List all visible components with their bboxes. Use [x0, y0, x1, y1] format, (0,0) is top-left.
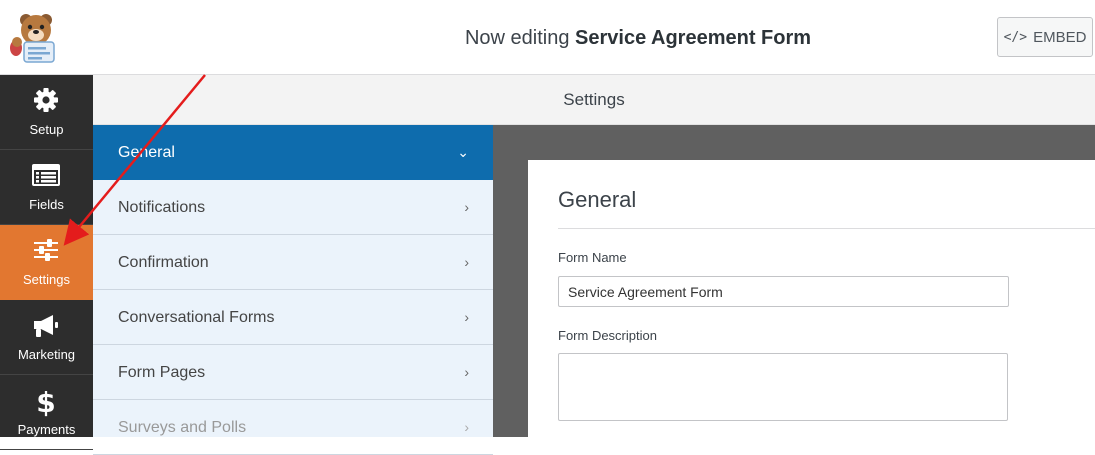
- sidebar-label-settings: Settings: [23, 272, 70, 287]
- submenu-label: Surveys and Polls: [118, 419, 247, 436]
- panel-title: General: [558, 187, 637, 212]
- submenu-item-conversational-forms[interactable]: Conversational Forms ›: [93, 290, 493, 345]
- form-name-label: Form Name: [558, 250, 627, 265]
- chevron-down-icon: ⌄: [457, 144, 469, 160]
- submenu-item-notifications[interactable]: Notifications ›: [93, 180, 493, 235]
- submenu-item-general[interactable]: General ⌄: [93, 125, 493, 180]
- embed-button[interactable]: </> EMBED: [997, 17, 1093, 57]
- sidebar-item-marketing[interactable]: Marketing: [0, 300, 93, 375]
- submenu-item-confirmation[interactable]: Confirmation ›: [93, 235, 493, 290]
- sidebar-label-payments: Payments: [17, 422, 76, 437]
- form-description-textarea[interactable]: [558, 353, 1008, 421]
- submenu-label: Confirmation: [118, 254, 209, 271]
- sliders-icon: [34, 239, 58, 261]
- code-icon: </>: [1003, 29, 1028, 45]
- submenu-item-form-pages[interactable]: Form Pages ›: [93, 345, 493, 400]
- form-name-title: Service Agreement Form: [575, 27, 812, 49]
- builder-sidebar: Setup Fields Settings Marketing $ Paymen…: [0, 75, 93, 450]
- sidebar-item-payments[interactable]: $ Payments: [0, 375, 93, 450]
- chevron-right-icon: ›: [464, 254, 469, 270]
- sidebar-label-marketing: Marketing: [17, 347, 76, 362]
- sidebar-label-setup: Setup: [29, 122, 64, 137]
- top-bar: Now editing Service Agreement Form </> E…: [0, 0, 1095, 75]
- settings-header: Settings: [93, 75, 1095, 125]
- form-description-label: Form Description: [558, 328, 657, 343]
- sidebar-item-setup[interactable]: Setup: [0, 75, 93, 150]
- sidebar-item-settings[interactable]: Settings: [0, 225, 93, 300]
- chevron-right-icon: ›: [464, 364, 469, 380]
- chevron-right-icon: ›: [464, 419, 469, 435]
- chevron-right-icon: ›: [464, 309, 469, 325]
- chevron-right-icon: ›: [464, 199, 469, 215]
- submenu-item-surveys-and-polls[interactable]: Surveys and Polls ›: [93, 400, 493, 455]
- dollar-icon: $: [36, 387, 55, 417]
- general-settings-panel: General Form Name Form Description: [528, 160, 1095, 437]
- title-prefix: Now editing: [464, 27, 570, 49]
- embed-label: EMBED: [1033, 28, 1087, 46]
- divider: [558, 228, 1095, 229]
- sidebar-label-fields: Fields: [29, 197, 64, 212]
- list-icon: [32, 164, 60, 186]
- form-name-input[interactable]: [558, 276, 1009, 307]
- submenu-label: Notifications: [118, 199, 206, 216]
- submenu-label: General: [118, 144, 175, 161]
- gear-icon: [34, 88, 58, 112]
- submenu-label: Conversational Forms: [118, 309, 275, 326]
- wpforms-logo[interactable]: [4, 8, 68, 66]
- page-title: Now editing Service Agreement Form: [0, 0, 1095, 75]
- submenu-label: Form Pages: [118, 364, 206, 381]
- megaphone-icon: [34, 315, 58, 337]
- sidebar-item-fields[interactable]: Fields: [0, 150, 93, 225]
- settings-submenu: General ⌄ Notifications › Confirmation ›…: [93, 125, 493, 455]
- svg-text:$: $: [36, 387, 55, 417]
